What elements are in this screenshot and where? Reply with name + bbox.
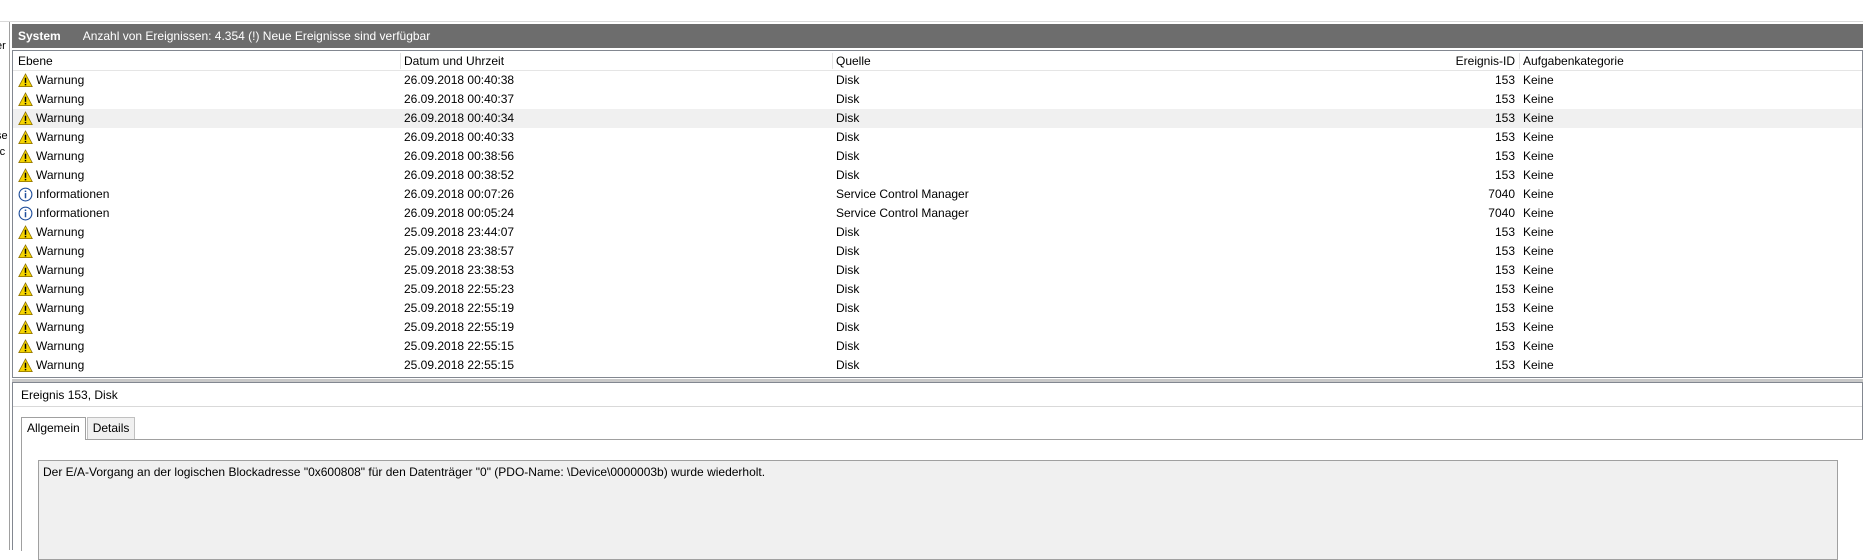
cell-task-category: Keine [1523, 282, 1554, 296]
table-row[interactable]: Warnung 25.09.2018 23:44:07 Disk 153 Keine [13, 223, 1862, 242]
cell-event-id: 153 [1494, 225, 1515, 239]
table-row[interactable]: Warnung 25.09.2018 22:55:23 Disk 153 Keine [13, 280, 1862, 299]
cell-task-category: Keine [1523, 187, 1554, 201]
table-row[interactable]: Warnung 25.09.2018 23:38:57 Disk 153 Keine [13, 242, 1862, 261]
table-row[interactable]: Warnung 25.09.2018 23:38:53 Disk 153 Keine [13, 261, 1862, 280]
table-row[interactable]: Warnung 25.09.2018 22:55:15 Disk 153 Keine [13, 337, 1862, 356]
table-row[interactable]: Informationen 26.09.2018 00:05:24 Service … [13, 204, 1862, 223]
cell-event-id: 153 [1494, 149, 1515, 163]
log-name: System [18, 29, 61, 43]
log-titlebar: System Anzahl von Ereignissen: 4.354 (!)… [12, 24, 1863, 48]
cell-task-category: Keine [1523, 111, 1554, 125]
table-row[interactable]: Warnung 25.09.2018 22:55:19 Disk 153 Keine [13, 318, 1862, 337]
cell-task-category: Keine [1523, 301, 1554, 315]
cell-task-category: Keine [1523, 358, 1554, 372]
cell-event-id: 153 [1494, 320, 1515, 334]
left-navigation-panel[interactable]: er se rc [0, 22, 10, 550]
cell-event-id: 153 [1494, 263, 1515, 277]
tab-content: Der E/A-Vorgang an der logischen Blockad… [21, 439, 1863, 560]
cell-task-category: Keine [1523, 168, 1554, 182]
top-strip [0, 0, 1863, 22]
table-row[interactable]: Warnung 26.09.2018 00:40:37 Disk 153 Keine [13, 90, 1862, 109]
event-count-info[interactable]: Anzahl von Ereignissen: 4.354 (!) Neue E… [83, 29, 431, 43]
cell-task-category: Keine [1523, 339, 1554, 353]
cell-task-category: Keine [1523, 244, 1554, 258]
table-row[interactable]: Informationen 26.09.2018 00:07:26 Service … [13, 185, 1862, 204]
table-header: Ebene Datum und Uhrzeit Quelle Ereignis-… [13, 51, 1862, 71]
cell-event-id: 153 [1494, 282, 1515, 296]
table-row[interactable]: Warnung 25.09.2018 22:55:19 Disk 153 Keine [13, 299, 1862, 318]
table-row[interactable]: Warnung 25.09.2018 22:55:15 Disk 153 Keine [13, 356, 1862, 375]
cell-event-id: 153 [1494, 130, 1515, 144]
cell-task-category: Keine [1523, 225, 1554, 239]
tab-details[interactable]: Details [86, 417, 136, 439]
column-header-event-id[interactable]: Ereignis-ID [13, 51, 1515, 71]
cell-task-category: Keine [1523, 320, 1554, 334]
cell-event-id: 153 [1494, 339, 1515, 353]
table-row[interactable]: Warnung 26.09.2018 00:40:38 Disk 153 Keine [13, 71, 1862, 90]
cell-event-id: 7040 [1488, 206, 1515, 220]
table-row[interactable]: Warnung 26.09.2018 00:38:52 Disk 153 Keine [13, 166, 1862, 185]
column-header-task-category[interactable]: Aufgabenkategorie [1519, 51, 1624, 71]
cell-task-category: Keine [1523, 263, 1554, 277]
cell-event-id: 153 [1494, 168, 1515, 182]
cell-task-category: Keine [1523, 130, 1554, 144]
event-message-text: Der E/A-Vorgang an der logischen Blockad… [43, 465, 766, 479]
event-table: Ebene Datum und Uhrzeit Quelle Ereignis-… [12, 50, 1863, 378]
table-row[interactable]: Warnung 26.09.2018 00:38:56 Disk 153 Keine [13, 147, 1862, 166]
detail-tabs: Allgemein Details [21, 417, 136, 440]
cell-event-id: 153 [1494, 358, 1515, 372]
cell-event-id: 153 [1494, 111, 1515, 125]
cell-task-category: Keine [1523, 206, 1554, 220]
detail-title: Ereignis 153, Disk [13, 383, 1862, 407]
event-message-box[interactable]: Der E/A-Vorgang an der logischen Blockad… [38, 460, 1838, 560]
cell-event-id: 153 [1494, 244, 1515, 258]
tab-general[interactable]: Allgemein [21, 417, 86, 440]
left-panel-fragment: rc [0, 146, 6, 158]
cell-event-id: 7040 [1488, 187, 1515, 201]
event-detail-panel: Ereignis 153, Disk Allgemein Details Der… [12, 382, 1863, 560]
cell-event-id: 153 [1494, 73, 1515, 87]
table-body: Warnung 26.09.2018 00:40:38 Disk 153 Keine Wa… [13, 71, 1862, 375]
left-panel-fragment: se [0, 130, 8, 142]
cell-event-id: 153 [1494, 92, 1515, 106]
table-row[interactable]: Warnung 26.09.2018 00:40:34 Disk 153 Keine [13, 109, 1862, 128]
left-panel-fragment: er [0, 40, 6, 52]
cell-task-category: Keine [1523, 73, 1554, 87]
table-row[interactable]: Warnung 26.09.2018 00:40:33 Disk 153 Keine [13, 128, 1862, 147]
cell-task-category: Keine [1523, 92, 1554, 106]
cell-event-id: 153 [1494, 301, 1515, 315]
cell-task-category: Keine [1523, 149, 1554, 163]
